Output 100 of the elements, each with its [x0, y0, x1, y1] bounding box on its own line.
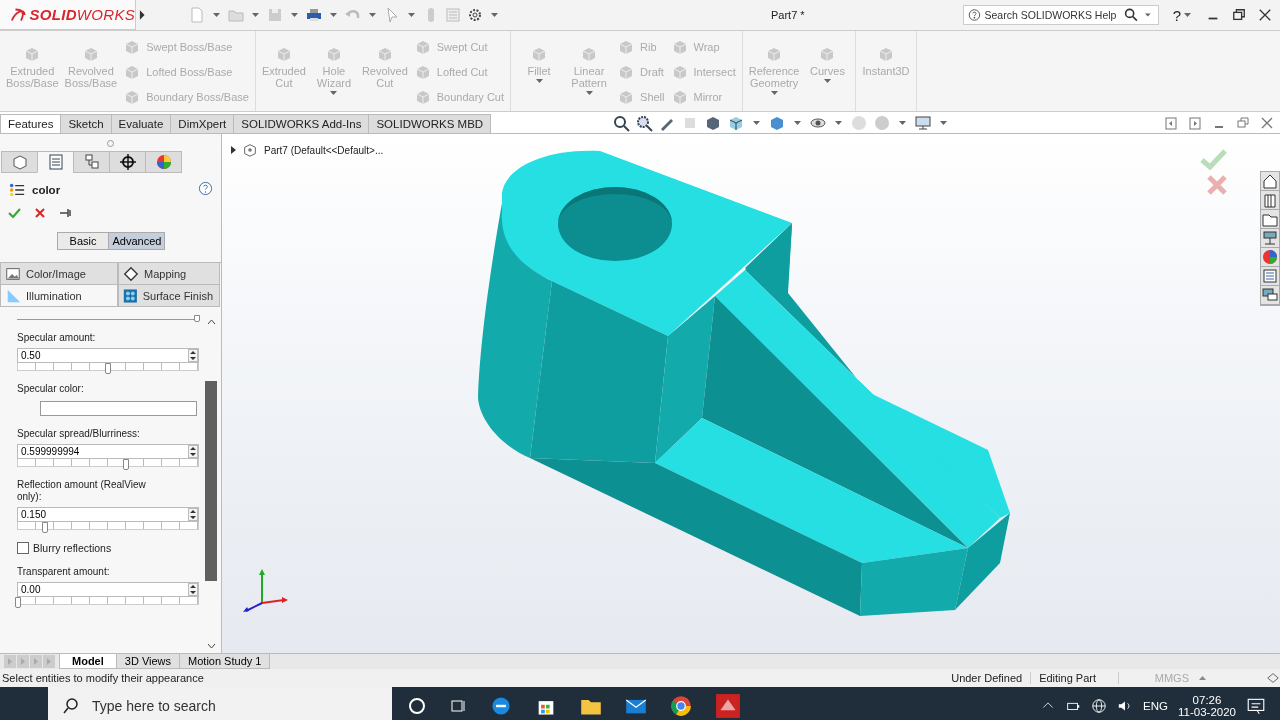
model-tab[interactable]: Model [59, 654, 117, 669]
restore-icon[interactable] [1232, 8, 1246, 22]
close-icon[interactable] [1258, 8, 1272, 22]
number-box[interactable]: 0.150 [17, 507, 199, 522]
caret-icon[interactable] [1184, 13, 1191, 17]
slider-thumb[interactable] [42, 522, 48, 533]
settings-icon[interactable] [466, 6, 484, 24]
zoom-icon[interactable] [635, 113, 654, 132]
pushpin-icon[interactable] [59, 206, 73, 220]
model-tab[interactable]: Motion Study 1 [179, 654, 271, 669]
caret-icon[interactable] [899, 120, 907, 125]
color-swatch[interactable] [40, 401, 197, 416]
property-label: Reflection amount (RealView only): [17, 479, 147, 503]
slider-thumb[interactable] [105, 363, 111, 374]
property-tab[interactable]: Surface Finish [118, 285, 220, 307]
caret-icon[interactable] [1199, 676, 1206, 680]
zoom-icon[interactable] [612, 113, 631, 132]
splitter-handle[interactable] [107, 140, 114, 147]
language-indicator[interactable]: ENG [1143, 699, 1168, 712]
spinner-icon[interactable] [188, 583, 198, 596]
number-field[interactable]: 0.599999994 [18, 445, 188, 458]
books-icon[interactable] [1261, 191, 1279, 210]
caret-icon[interactable] [940, 120, 948, 125]
command-tab[interactable]: Sketch [60, 114, 112, 133]
caret-icon[interactable] [753, 120, 761, 125]
printer-icon[interactable] [305, 6, 323, 24]
grid-icon [123, 287, 138, 304]
slider[interactable] [17, 363, 199, 371]
home-icon[interactable] [1261, 172, 1279, 191]
caret-icon[interactable] [369, 13, 376, 17]
expand-arrow-icon[interactable] [230, 146, 236, 154]
help-search-field[interactable]: Search SOLIDWORKS Help [984, 9, 1120, 21]
caret-icon[interactable] [330, 13, 337, 17]
number-field[interactable]: 0.00 [18, 583, 188, 596]
globe-icon[interactable] [1091, 697, 1108, 714]
help-icon[interactable] [967, 7, 981, 23]
caret-icon[interactable] [1145, 13, 1151, 17]
clock-date[interactable]: 11-03-2020 [1178, 705, 1236, 718]
checkbox[interactable] [17, 542, 29, 554]
list-icon[interactable] [8, 181, 26, 198]
taskbar-search-field[interactable]: Type here to search [90, 696, 354, 715]
slider-thumb[interactable] [194, 315, 200, 322]
slider-thumb[interactable] [15, 597, 21, 608]
spinner-icon[interactable] [188, 445, 198, 458]
slider-thumb[interactable] [123, 459, 129, 470]
caret-icon[interactable] [252, 13, 259, 17]
scrollbar-thumb[interactable] [205, 381, 217, 581]
checkmark-icon[interactable] [7, 206, 21, 220]
command-tab[interactable]: Evaluate [110, 114, 172, 133]
property-tab[interactable]: Mapping [118, 263, 220, 285]
property-label: Specular spread/Blurriness: [17, 428, 141, 440]
caret-icon[interactable] [408, 13, 415, 17]
caret-icon[interactable] [794, 120, 802, 125]
model-tab[interactable]: 3D Views [115, 654, 181, 669]
number-box[interactable]: 0.50 [17, 348, 199, 363]
caret-icon[interactable] [213, 13, 220, 17]
monitor-icon[interactable] [914, 113, 933, 132]
circle-icon[interactable] [408, 696, 426, 715]
slider[interactable] [17, 597, 199, 605]
mode-toggle[interactable]: Advanced [108, 232, 166, 250]
caret-icon[interactable] [835, 120, 843, 125]
command-tab[interactable]: DimXpert [170, 114, 235, 133]
help-search-box[interactable]: Search SOLIDWORKS Help [962, 5, 1159, 25]
slider[interactable] [17, 315, 199, 320]
search-icon[interactable] [62, 696, 80, 715]
command-tab[interactable]: Features [0, 114, 62, 133]
tile-right-icon[interactable] [1188, 115, 1202, 130]
mode-toggle[interactable]: Basic [56, 232, 110, 250]
color-wheel-icon[interactable] [1261, 248, 1279, 267]
slider[interactable] [17, 522, 199, 530]
search-icon[interactable] [1123, 6, 1138, 24]
clock-time[interactable]: 07:26 [1192, 693, 1222, 706]
scroll-up-icon[interactable] [206, 319, 216, 325]
spinner-icon[interactable] [188, 349, 198, 362]
number-field[interactable]: 0.50 [18, 349, 188, 362]
caret-icon[interactable] [291, 13, 298, 17]
property-tab[interactable]: Color/Image [0, 263, 118, 285]
chat-icon[interactable] [1261, 286, 1279, 305]
checkbox-label: Blurry reflections [33, 542, 112, 554]
command-tab[interactable]: SOLIDWORKS MBD [368, 114, 492, 133]
help-icon[interactable] [198, 181, 213, 196]
caret-icon[interactable] [491, 13, 498, 17]
number-field[interactable]: 0.150 [18, 508, 188, 521]
part-icon[interactable] [242, 142, 258, 158]
manager-tab[interactable] [109, 151, 146, 173]
scroll-down-icon[interactable] [206, 643, 216, 649]
network-icon[interactable] [1261, 229, 1279, 248]
number-box[interactable]: 0.00 [17, 582, 199, 597]
spinner-icon[interactable] [188, 508, 198, 521]
number-box[interactable]: 0.599999994 [17, 444, 199, 459]
command-tab[interactable]: SOLIDWORKS Add-Ins [233, 114, 370, 133]
property-tab[interactable]: Illumination [0, 285, 118, 307]
app-icon[interactable] [715, 692, 741, 719]
slider[interactable] [17, 459, 199, 467]
help-menu[interactable]: ? [1172, 6, 1181, 24]
tile-left-icon[interactable] [1164, 115, 1178, 130]
tree-item[interactable]: Part7 (Default<<Default>... [264, 144, 384, 156]
taskbar-search-box[interactable]: Type here to search [48, 687, 392, 720]
color-wheel-icon [154, 153, 173, 171]
browser-icon[interactable] [670, 694, 692, 717]
